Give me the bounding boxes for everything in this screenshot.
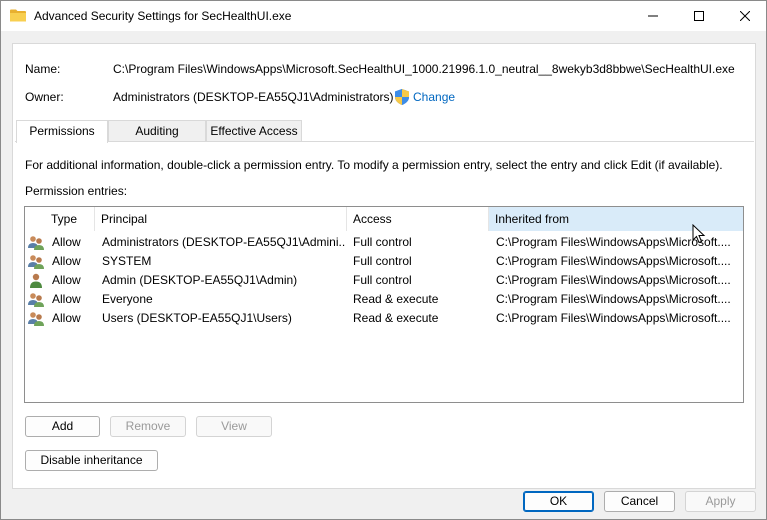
change-owner-link[interactable]: Change	[413, 90, 455, 104]
row-type: Allow	[52, 311, 81, 325]
tab-divider	[15, 141, 754, 142]
close-button[interactable]	[722, 1, 767, 31]
row-type: Allow	[52, 235, 81, 249]
row-inherited-from: C:\Program Files\WindowsApps\Microsoft..…	[496, 273, 731, 287]
row-inherited-from: C:\Program Files\WindowsApps\Microsoft..…	[496, 254, 731, 268]
cancel-button[interactable]: Cancel	[604, 491, 675, 512]
apply-button[interactable]: Apply	[685, 491, 756, 512]
name-value: C:\Program Files\WindowsApps\Microsoft.S…	[113, 62, 735, 76]
permission-entries-list[interactable]: Type Principal Access Inherited from All…	[24, 206, 744, 403]
table-row[interactable]: Allow Everyone Read & execute C:\Program…	[25, 290, 743, 309]
minimize-button[interactable]	[630, 1, 676, 31]
tab-permissions[interactable]: Permissions	[16, 120, 108, 143]
row-principal: Everyone	[102, 292, 153, 306]
close-icon	[740, 11, 750, 21]
info-text: For additional information, double-click…	[25, 158, 723, 172]
row-type: Allow	[52, 292, 81, 306]
column-header-access[interactable]: Access	[347, 207, 489, 231]
maximize-button[interactable]	[676, 1, 722, 31]
advanced-security-settings-window: Advanced Security Settings for SecHealth…	[0, 0, 767, 520]
row-access: Full control	[353, 273, 412, 287]
table-row[interactable]: Allow Users (DESKTOP-EA55QJ1\Users) Read…	[25, 309, 743, 328]
row-access: Full control	[353, 235, 412, 249]
maximize-icon	[694, 11, 704, 21]
row-principal: Admin (DESKTOP-EA55QJ1\Admin)	[102, 273, 298, 287]
add-button[interactable]: Add	[25, 416, 100, 437]
disable-inheritance-button[interactable]: Disable inheritance	[25, 450, 158, 471]
row-inherited-from: C:\Program Files\WindowsApps\Microsoft..…	[496, 311, 731, 325]
tab-effective-access[interactable]: Effective Access	[206, 120, 302, 142]
column-header-type[interactable]: Type	[45, 207, 95, 231]
remove-button[interactable]: Remove	[110, 416, 186, 437]
name-label: Name:	[25, 62, 61, 76]
table-row[interactable]: Allow SYSTEM Full control C:\Program Fil…	[25, 252, 743, 271]
group-users-icon	[28, 236, 44, 250]
table-row[interactable]: Allow Admin (DESKTOP-EA55QJ1\Admin) Full…	[25, 271, 743, 290]
view-button[interactable]: View	[196, 416, 272, 437]
row-inherited-from: C:\Program Files\WindowsApps\Microsoft..…	[496, 292, 731, 306]
tab-auditing[interactable]: Auditing	[108, 120, 206, 142]
row-principal: Administrators (DESKTOP-EA55QJ1\Admini..…	[102, 235, 346, 249]
owner-value: Administrators (DESKTOP-EA55QJ1\Administ…	[113, 90, 394, 104]
column-header-principal[interactable]: Principal	[95, 207, 347, 231]
row-access: Read & execute	[353, 311, 439, 325]
row-principal: SYSTEM	[102, 254, 152, 268]
mouse-pointer-icon	[692, 224, 706, 244]
row-access: Full control	[353, 254, 412, 268]
title-bar[interactable]: Advanced Security Settings for SecHealth…	[1, 1, 766, 31]
group-users-icon	[28, 255, 44, 269]
ok-button[interactable]: OK	[523, 491, 594, 512]
uac-shield-icon	[395, 89, 409, 105]
group-users-icon	[28, 312, 44, 326]
row-access: Read & execute	[353, 292, 439, 306]
row-type: Allow	[52, 273, 81, 287]
owner-label: Owner:	[25, 90, 64, 104]
row-type: Allow	[52, 254, 81, 268]
folder-icon	[10, 9, 26, 22]
row-principal: Users (DESKTOP-EA55QJ1\Users)	[102, 311, 292, 325]
dialog-content: Name: C:\Program Files\WindowsApps\Micro…	[12, 43, 756, 489]
minimize-icon	[648, 15, 658, 17]
single-user-icon	[30, 273, 42, 288]
window-title: Advanced Security Settings for SecHealth…	[34, 9, 292, 23]
table-row[interactable]: Allow Administrators (DESKTOP-EA55QJ1\Ad…	[25, 233, 743, 252]
permission-entries-label: Permission entries:	[25, 184, 128, 198]
group-users-icon	[28, 293, 44, 307]
list-header: Type Principal Access Inherited from	[25, 207, 743, 231]
